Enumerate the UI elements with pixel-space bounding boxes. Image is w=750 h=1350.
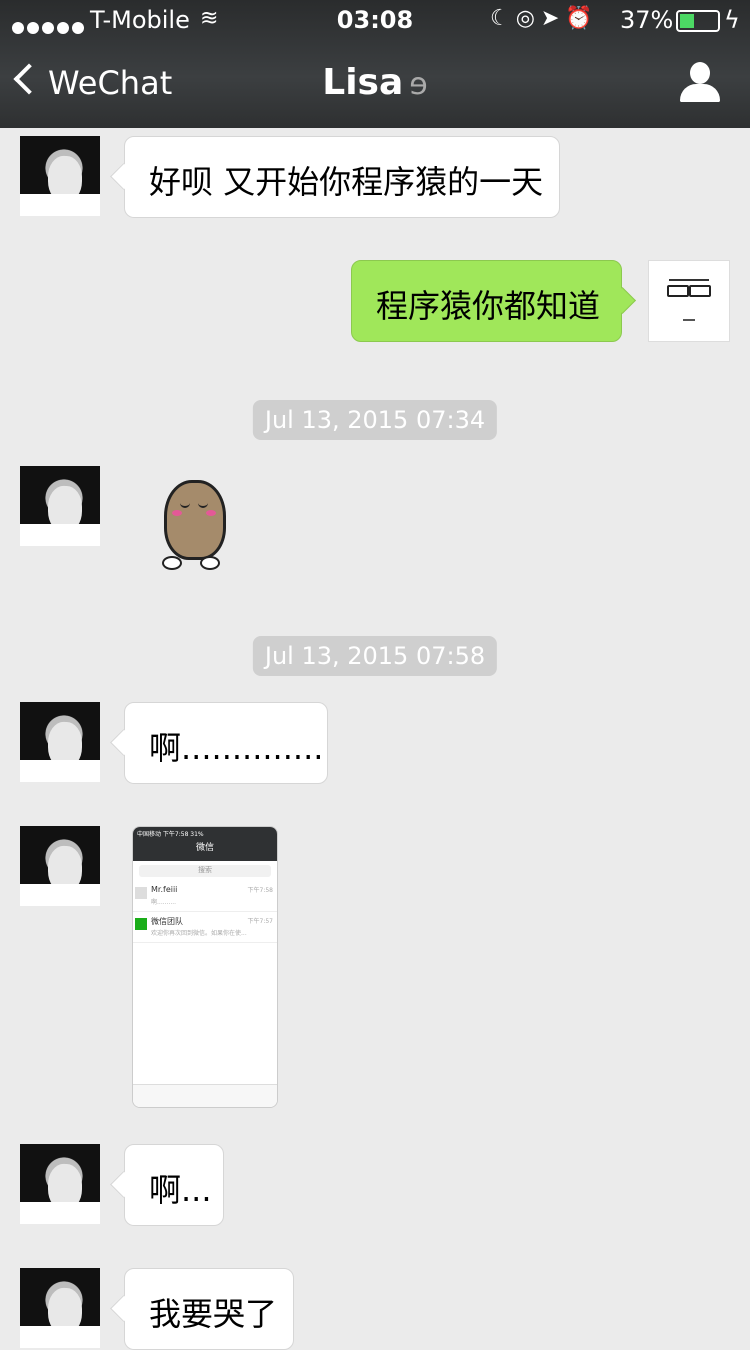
shot-chat-time: 下午7:58 — [247, 887, 273, 894]
battery-icon — [676, 10, 720, 32]
shot-chat-msg: 啊.......... — [151, 899, 177, 906]
image-message[interactable]: 中国移动 下午7:58 31% 微信 搜索 Mr.feiii 啊........… — [132, 826, 278, 1108]
shot-status: 中国移动 下午7:58 31% — [137, 831, 204, 838]
status-bar: T-Mobile ≋ 03:08 ☾◎➤⏰ 37% ϟ — [0, 0, 750, 40]
contact-avatar[interactable] — [20, 826, 100, 906]
battery-percent: 37% — [620, 6, 674, 34]
message-bubble-own[interactable]: 程序猿你都知道 — [351, 260, 622, 342]
shot-chat-time: 下午7:57 — [247, 918, 273, 925]
message-bubble[interactable]: 我要哭了 — [124, 1268, 294, 1350]
shot-search: 搜索 — [139, 865, 271, 877]
shot-chat-row: 微信团队 欢迎你再次回到微信。如果你在使... 下午7:57 — [133, 912, 277, 943]
contact-avatar[interactable] — [20, 1144, 100, 1224]
ear-icon: ɘ — [409, 67, 428, 102]
own-avatar[interactable] — [648, 260, 730, 342]
top-bar: T-Mobile ≋ 03:08 ☾◎➤⏰ 37% ϟ WeChat Lisa ɘ — [0, 0, 750, 128]
contact-avatar[interactable] — [20, 702, 100, 782]
shot-tab-bar — [133, 1084, 277, 1107]
contact-avatar[interactable] — [20, 1268, 100, 1348]
potato-sticker[interactable] — [156, 480, 236, 570]
shot-chat-msg: 欢迎你再次回到微信。如果你在使... — [151, 930, 247, 937]
shot-chat-row: Mr.feiii 啊.......... 下午7:58 — [133, 881, 277, 912]
contact-avatar[interactable] — [20, 466, 100, 546]
chat-title: Lisa ɘ — [0, 62, 750, 103]
person-icon — [690, 62, 710, 84]
timestamp: Jul 13, 2015 07:58 — [252, 636, 498, 676]
contact-avatar[interactable] — [20, 136, 100, 216]
shot-chat-name: Mr.feiii — [151, 885, 178, 894]
charging-icon: ϟ — [724, 6, 740, 34]
message-bubble[interactable]: 啊... — [124, 1144, 224, 1226]
message-bubble[interactable]: 好呗 又开始你程序猿的一天 — [124, 136, 560, 218]
shot-header: 中国移动 下午7:58 31% 微信 — [133, 827, 277, 861]
shot-chat-name: 微信团队 — [151, 917, 183, 926]
shot-title: 微信 — [195, 843, 214, 853]
status-icons: ☾◎➤⏰ — [490, 6, 599, 31]
timestamp: Jul 13, 2015 07:34 — [252, 400, 498, 440]
profile-button[interactable] — [680, 62, 720, 102]
message-bubble[interactable]: 啊.............. — [124, 702, 328, 784]
contact-name: Lisa — [322, 62, 404, 103]
